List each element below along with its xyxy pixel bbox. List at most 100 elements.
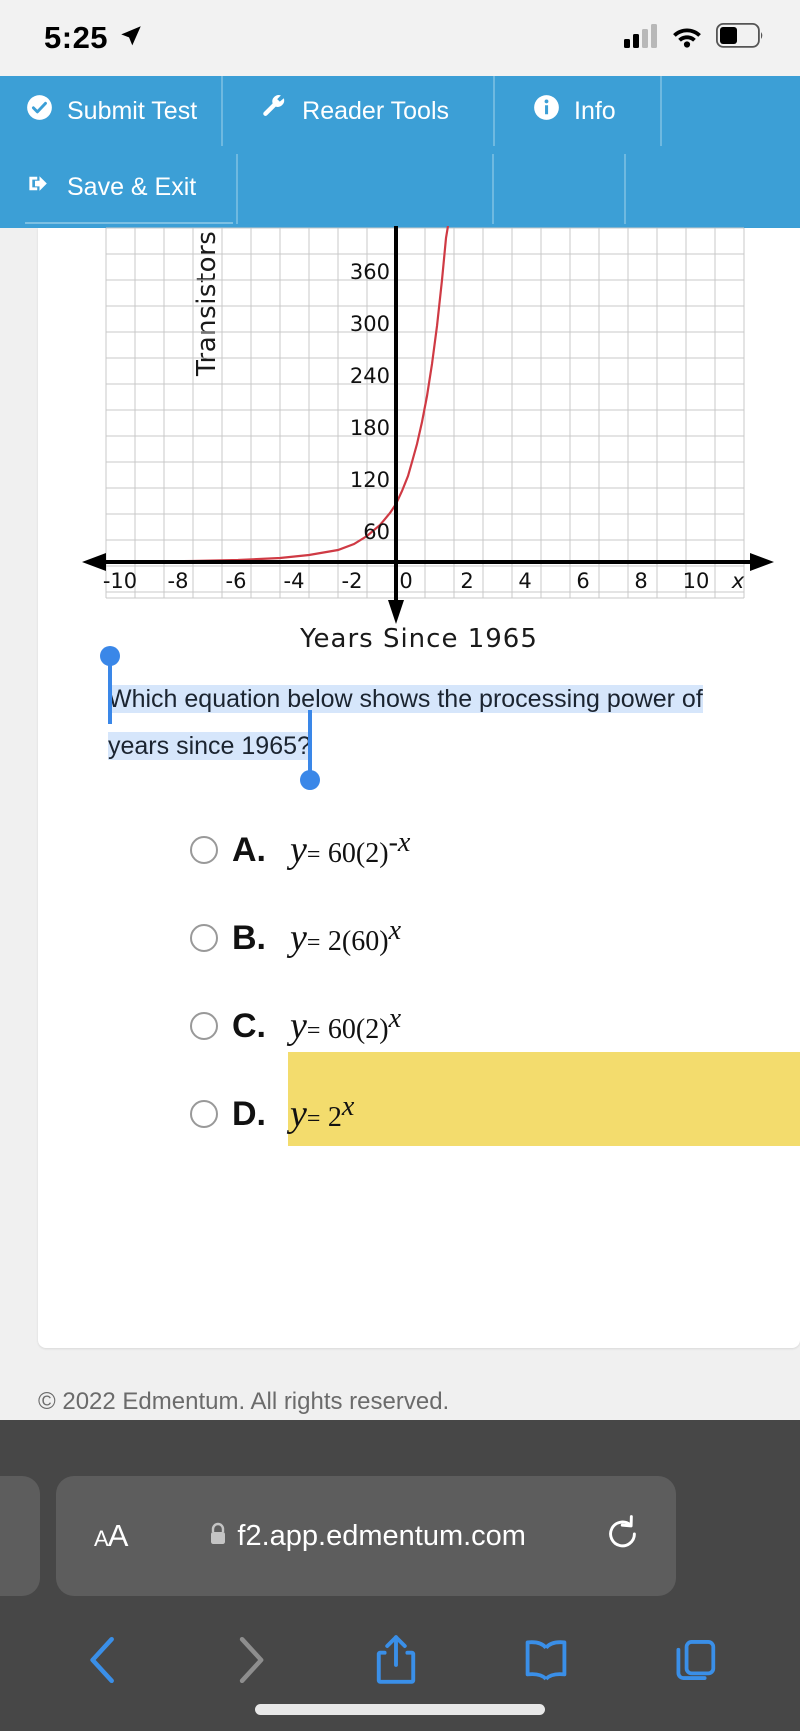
- choice-d[interactable]: D. y= 2x: [38, 1070, 800, 1158]
- choice-a-radio[interactable]: [190, 836, 218, 864]
- choice-c-eqsign: =: [306, 1018, 321, 1044]
- choice-c-var: y: [290, 1005, 307, 1047]
- toolbar-divider-2: [492, 154, 494, 224]
- svg-text:-4: -4: [284, 569, 305, 593]
- choice-d-equation: y= 2x: [290, 1078, 354, 1150]
- svg-text:240: 240: [350, 364, 390, 388]
- selection-start-handle[interactable]: [100, 646, 120, 724]
- wrench-icon: [261, 94, 288, 128]
- x-axis-label: Years Since 1965: [300, 624, 538, 654]
- choice-b-radio[interactable]: [190, 924, 218, 952]
- location-arrow-icon: [118, 23, 144, 54]
- choice-d-var: y: [290, 1093, 307, 1135]
- question-card: Transistors 60 120 180 240 300 360 -10 -…: [38, 226, 800, 1348]
- share-icon[interactable]: [374, 1634, 418, 1691]
- graph-svg: 60 120 180 240 300 360 -10 -8 -6 -4 -2 0…: [82, 226, 774, 624]
- choice-a-coef: 60(2): [327, 838, 389, 869]
- choice-a[interactable]: A. y= 60(2)-x: [38, 806, 800, 894]
- choice-c-radio[interactable]: [190, 1012, 218, 1040]
- status-bar-left: 5:25: [44, 20, 144, 56]
- info-label: Info: [574, 96, 616, 125]
- choice-c[interactable]: C. y= 60(2)x: [38, 982, 800, 1070]
- question-text-2: years since 1965?: [108, 732, 311, 760]
- choice-b-coef: 2(60): [327, 926, 389, 957]
- url-text: f2.app.edmentum.com: [237, 1519, 526, 1552]
- svg-text:300: 300: [350, 312, 390, 336]
- reader-tools-label: Reader Tools: [302, 96, 450, 125]
- wifi-icon: [671, 24, 703, 53]
- mobile-screen: 5:25 Submit Test Reader Tools Info Save …: [0, 0, 800, 1731]
- question-block: Which equation below shows the processin…: [38, 646, 800, 790]
- test-toolbar: Submit Test Reader Tools Info Save & Exi…: [0, 76, 800, 228]
- choice-b-exp: x: [388, 915, 402, 946]
- choice-d-exp: x: [341, 1091, 355, 1122]
- toolbar-divider-3: [624, 154, 626, 224]
- question-line-2: years since 1965?: [108, 723, 800, 770]
- svg-text:6: 6: [576, 569, 589, 593]
- copyright-text: © 2022 Edmentum. All rights reserved.: [38, 1388, 450, 1415]
- choice-b[interactable]: B. y= 2(60)x: [38, 894, 800, 982]
- safari-browser-chrome: AA f2.app.edmentum.com: [0, 1420, 800, 1731]
- text-size-button[interactable]: AA: [94, 1518, 128, 1554]
- submit-test-button[interactable]: Submit Test: [0, 76, 224, 146]
- x-tick-labels: -10 -8 -6 -4 -2 0 2 4 6 8 10 x: [103, 569, 745, 593]
- toolbar-row-primary: Submit Test Reader Tools Info: [0, 76, 800, 146]
- choice-a-letter: A.: [232, 830, 266, 869]
- reader-tools-button[interactable]: Reader Tools: [223, 76, 496, 146]
- choice-c-exp: x: [388, 1003, 402, 1034]
- svg-text:-10: -10: [103, 569, 137, 593]
- submit-test-active-underline: [25, 222, 233, 224]
- svg-text:10: 10: [683, 569, 710, 593]
- choice-d-radio[interactable]: [190, 1100, 218, 1128]
- question-text-1: Which equation below shows the processin…: [108, 685, 703, 713]
- choice-a-eqsign: =: [306, 842, 321, 868]
- svg-text:-6: -6: [226, 569, 247, 593]
- url-display[interactable]: f2.app.edmentum.com: [127, 1520, 606, 1553]
- choice-b-eqsign: =: [306, 930, 321, 956]
- choice-c-equation: y= 60(2)x: [290, 990, 401, 1062]
- safari-toolbar: [0, 1620, 800, 1704]
- choice-d-coef: 2: [327, 1102, 342, 1133]
- choice-b-letter: B.: [232, 918, 266, 957]
- question-line-1: Which equation below shows the processin…: [108, 676, 800, 723]
- save-exit-button[interactable]: Save & Exit: [0, 146, 220, 228]
- chevron-right-icon: [228, 1634, 270, 1691]
- sign-out-icon: [26, 170, 53, 204]
- y-axis: [388, 226, 404, 624]
- svg-text:2: 2: [460, 569, 473, 593]
- svg-text:x: x: [731, 569, 745, 593]
- home-indicator: [255, 1704, 545, 1715]
- choice-a-var: y: [290, 829, 307, 871]
- svg-text:180: 180: [350, 416, 390, 440]
- lock-icon: [207, 1521, 229, 1552]
- cellular-signal-icon: [624, 23, 658, 53]
- choice-b-equation: y= 2(60)x: [290, 902, 401, 974]
- book-icon[interactable]: [522, 1636, 570, 1689]
- choice-d-letter: D.: [232, 1094, 266, 1133]
- answer-choices: A. y= 60(2)-x B. y= 2(60)x C. y= 60(2)x …: [38, 806, 800, 1158]
- exponential-graph: Transistors 60 120 180 240 300 360 -10 -…: [38, 226, 800, 658]
- selection-end-handle[interactable]: [300, 710, 320, 790]
- battery-icon: [715, 22, 764, 53]
- info-button[interactable]: Info: [495, 76, 662, 146]
- previous-tab-peek[interactable]: [0, 1476, 40, 1596]
- svg-text:0: 0: [399, 569, 412, 593]
- status-bar-right: [624, 22, 764, 53]
- choice-d-eqsign: =: [306, 1106, 321, 1132]
- choice-a-exp: -x: [388, 827, 411, 858]
- text-size-small: A: [94, 1526, 109, 1551]
- status-bar-clock: 5:25: [44, 20, 109, 55]
- svg-text:360: 360: [350, 260, 390, 284]
- address-bar[interactable]: AA f2.app.edmentum.com: [56, 1476, 676, 1596]
- tabs-icon[interactable]: [674, 1636, 718, 1689]
- svg-text:8: 8: [634, 569, 647, 593]
- chevron-left-icon[interactable]: [82, 1634, 124, 1691]
- choice-c-letter: C.: [232, 1006, 266, 1045]
- svg-text:60: 60: [363, 520, 390, 544]
- choice-a-equation: y= 60(2)-x: [290, 814, 410, 886]
- page-scroll-area[interactable]: Transistors 60 120 180 240 300 360 -10 -…: [0, 226, 800, 1553]
- reload-icon[interactable]: [606, 1514, 640, 1558]
- save-exit-label: Save & Exit: [67, 172, 197, 201]
- toolbar-divider-1: [236, 154, 238, 224]
